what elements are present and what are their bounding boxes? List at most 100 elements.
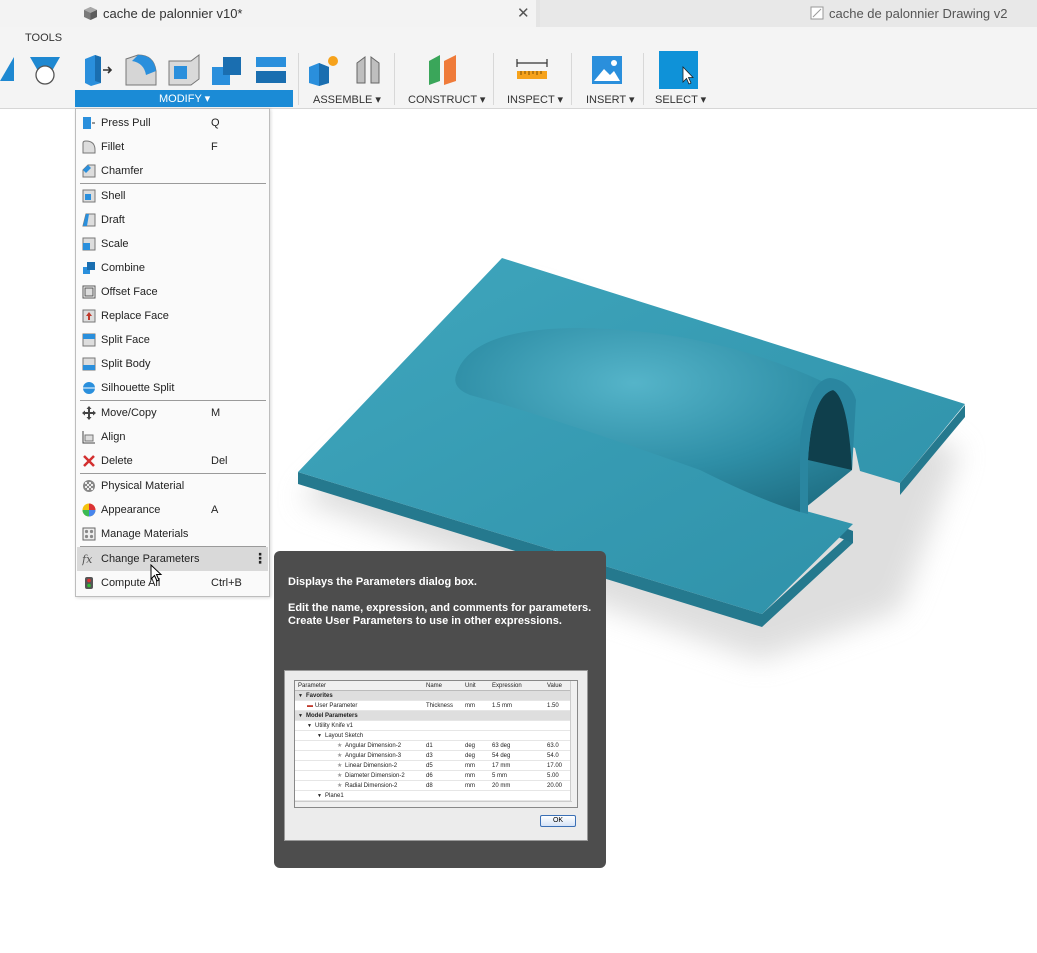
menu-item-split-face[interactable]: Split Face xyxy=(77,328,268,352)
menu-item-label: Combine xyxy=(101,262,146,274)
insert-image-icon[interactable] xyxy=(590,53,624,87)
select-dropdown[interactable]: SELECT ▾ xyxy=(655,93,706,106)
menu-item-split-body[interactable]: Split Body xyxy=(77,352,268,376)
table-row[interactable]: ★ Linear Dimension-2 d5 mm 17 mm 17.00 xyxy=(295,761,577,771)
modify-menu: Press Pull Q Fillet F Chamfer Shell Draf… xyxy=(75,108,270,597)
favorite-star-icon[interactable]: ★ xyxy=(337,741,342,751)
favorite-star-icon[interactable]: ★ xyxy=(337,781,342,791)
menu-item-draft[interactable]: Draft xyxy=(77,208,268,232)
offset-face-icon xyxy=(82,285,96,299)
table-row[interactable]: ★ Angular Dimension-2 d1 deg 63 deg 63.0 xyxy=(295,741,577,751)
menu-item-combine[interactable]: Combine xyxy=(77,256,268,280)
expand-triangle-icon[interactable]: ▼ xyxy=(298,711,303,721)
mouse-cursor-icon xyxy=(150,564,163,582)
menu-item-appearance[interactable]: Appearance A xyxy=(77,498,268,522)
table-cell-name: d3 xyxy=(426,753,433,759)
user-parameter-icon[interactable]: ▬ xyxy=(307,701,313,711)
shell-tool-icon[interactable] xyxy=(167,53,201,87)
menu-item-compute-all[interactable]: Compute All Ctrl+B xyxy=(77,571,268,595)
measure-icon[interactable] xyxy=(515,53,549,87)
shortcut-key: Q xyxy=(211,117,220,129)
split-face-icon xyxy=(82,333,96,347)
table-header: Parameter Name Unit Expression Value xyxy=(295,681,577,691)
favorite-star-icon[interactable]: ★ xyxy=(337,771,342,781)
tools-tab[interactable]: TOOLS xyxy=(25,32,62,44)
expand-triangle-icon[interactable]: ▼ xyxy=(307,721,312,731)
menu-item-shell[interactable]: Shell xyxy=(77,184,268,208)
inspect-dropdown[interactable]: INSPECT ▾ xyxy=(507,93,563,106)
table-row[interactable]: ▼ Layout Sketch xyxy=(295,731,577,741)
insert-dropdown[interactable]: INSERT ▾ xyxy=(586,93,635,106)
table-row[interactable]: ▼ Utility Knife v1 xyxy=(295,721,577,731)
menu-item-label: Silhouette Split xyxy=(101,382,175,394)
expand-triangle-icon[interactable]: ▼ xyxy=(317,791,322,801)
table-cell-param: Model Parameters xyxy=(306,713,358,719)
close-tab-icon[interactable]: ✕ xyxy=(517,4,530,22)
menu-item-chamfer[interactable]: Chamfer xyxy=(77,159,268,183)
column-header: Name xyxy=(426,683,443,689)
table-cell-param: Diameter Dimension-2 xyxy=(345,773,405,779)
table-cell-param: Layout Sketch xyxy=(325,733,364,739)
menu-item-move-copy[interactable]: Move/Copy M xyxy=(77,401,268,425)
tab-drawing-document[interactable]: cache de palonnier Drawing v2 xyxy=(540,0,1037,27)
combine-tool-icon[interactable] xyxy=(210,53,244,87)
joint-icon[interactable] xyxy=(351,53,385,87)
press-pull-icon xyxy=(83,117,95,129)
assemble-dropdown[interactable]: ASSEMBLE ▾ xyxy=(313,93,381,106)
parameters-table: Parameter Name Unit Expression Value ▼ Fa… xyxy=(294,680,578,808)
shell-icon xyxy=(82,189,96,203)
tab-active-document[interactable]: cache de palonnier v10* ✕ xyxy=(0,0,536,27)
select-tool-button[interactable] xyxy=(659,51,698,89)
offset-plane-icon[interactable] xyxy=(426,53,460,87)
more-options-icon[interactable]: ⋮ xyxy=(253,551,267,565)
menu-item-delete[interactable]: Delete Del xyxy=(77,449,268,473)
menu-item-physical-material[interactable]: Physical Material xyxy=(77,474,268,498)
svg-text:fx: fx xyxy=(82,553,93,566)
tooltip-description: Edit the name, expression, and comments … xyxy=(288,602,592,627)
new-component-icon[interactable] xyxy=(307,53,341,87)
menu-item-label: Scale xyxy=(101,238,129,250)
create-sketch-icon[interactable] xyxy=(0,53,18,87)
favorite-star-icon[interactable]: ★ xyxy=(337,751,342,761)
table-row[interactable]: ▼ Plane1 xyxy=(295,791,577,801)
table-row[interactable]: ▬ User Parameter Thickness mm 1.5 mm 1.50 xyxy=(295,701,577,711)
table-cell-expr: 5 mm xyxy=(492,773,507,779)
table-row[interactable]: ▼ Favorites xyxy=(295,691,577,701)
fillet-tool-icon[interactable] xyxy=(124,53,158,87)
press-pull-tool-icon[interactable] xyxy=(81,53,115,87)
table-cell-value: 5.00 xyxy=(547,773,559,779)
menu-item-manage-materials[interactable]: Manage Materials xyxy=(77,522,268,546)
modify-dropdown-button[interactable]: MODIFY ▾ xyxy=(75,90,293,107)
construct-dropdown[interactable]: CONSTRUCT ▾ xyxy=(408,93,485,106)
favorite-star-icon[interactable]: ★ xyxy=(337,761,342,771)
table-row[interactable]: ★ Radial Dimension-2 d8 mm 20 mm 20.00 xyxy=(295,781,577,791)
menu-item-label: Draft xyxy=(101,214,125,226)
table-cell-unit: deg xyxy=(465,753,476,759)
menu-item-fillet[interactable]: Fillet F xyxy=(77,135,268,159)
table-cell-name: d1 xyxy=(426,743,433,749)
offset-face-tool-icon[interactable] xyxy=(254,53,288,87)
table-cell-expr: 17 mm xyxy=(492,763,511,769)
horizontal-scrollbar[interactable] xyxy=(295,801,572,807)
menu-item-scale[interactable]: Scale xyxy=(77,232,268,256)
menu-item-replace-face[interactable]: Replace Face xyxy=(77,304,268,328)
table-row[interactable]: ★ Angular Dimension-3 d3 deg 54 deg 54.0 xyxy=(295,751,577,761)
vertical-scrollbar[interactable] xyxy=(570,681,577,807)
menu-item-press-pull[interactable]: Press Pull Q xyxy=(77,111,268,135)
divider xyxy=(571,53,572,105)
table-cell-value: 1.50 xyxy=(547,703,559,709)
table-row[interactable]: ★ Diameter Dimension-2 d6 mm 5 mm 5.00 xyxy=(295,771,577,781)
menu-item-silhouette-split[interactable]: Silhouette Split xyxy=(77,376,268,400)
shortcut-key: Ctrl+B xyxy=(211,577,242,589)
expand-triangle-icon[interactable]: ▼ xyxy=(298,691,303,701)
silhouette-split-icon xyxy=(83,382,95,394)
create-form-icon[interactable] xyxy=(28,53,62,87)
divider xyxy=(643,53,644,105)
expand-triangle-icon[interactable]: ▼ xyxy=(317,731,322,741)
table-row[interactable]: ▼ Model Parameters xyxy=(295,711,577,721)
menu-item-align[interactable]: Align xyxy=(77,425,268,449)
fusion-window: cache de palonnier v10* ✕ cache de palon… xyxy=(0,0,1037,953)
menu-item-change-parameters[interactable]: fx Change Parameters ⋮ xyxy=(77,547,268,571)
menu-item-offset-face[interactable]: Offset Face xyxy=(77,280,268,304)
divider xyxy=(493,53,494,105)
